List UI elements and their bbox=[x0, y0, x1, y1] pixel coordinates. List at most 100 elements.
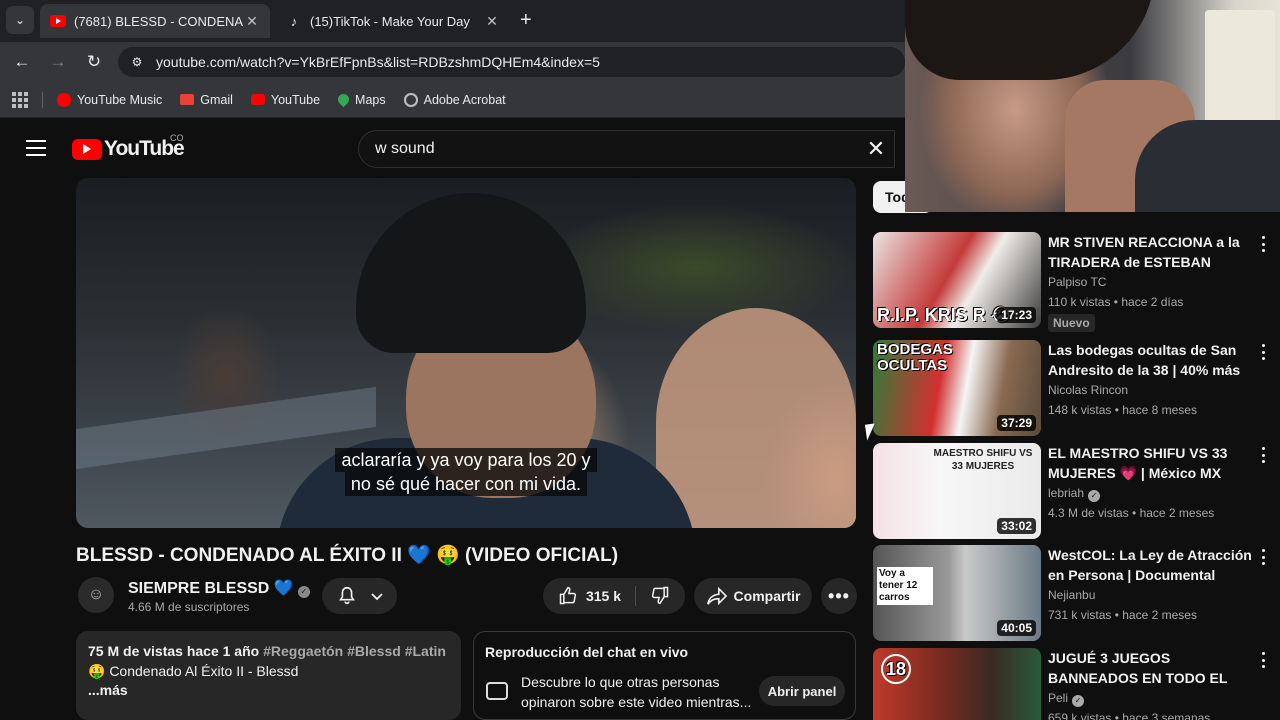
like-button[interactable]: 315 k bbox=[558, 586, 637, 606]
video-thumbnail[interactable]: R.I.P. KRIS R 😭 17:23 bbox=[873, 232, 1041, 328]
reload-button[interactable]: ↻ bbox=[84, 52, 104, 72]
video-thumbnail[interactable]: BODEGAS OCULTAS 37:29 bbox=[873, 340, 1041, 436]
url-text: youtube.com/watch?v=YkBrEfFpnBs&list=RDB… bbox=[156, 54, 600, 70]
bookmark-youtube-music[interactable]: YouTube Music bbox=[57, 92, 163, 107]
like-dislike-group: 315 k bbox=[543, 578, 685, 614]
bookmark-adobe-acrobat[interactable]: Adobe Acrobat bbox=[403, 92, 506, 107]
recommendation-item[interactable]: R.I.P. KRIS R 😭 17:23 MR STIVEN REACCION… bbox=[873, 232, 1273, 332]
channel-avatar[interactable]: ☺ bbox=[78, 577, 114, 613]
video-duration: 17:23 bbox=[997, 307, 1036, 323]
close-tab-icon[interactable]: ✕ bbox=[244, 13, 260, 30]
recommendation-title[interactable]: Las bodegas ocultas de San Andresito de … bbox=[1048, 340, 1253, 380]
hashtags: #Reggaetón #Blessd #Latin bbox=[263, 643, 446, 659]
video-thumbnail[interactable]: MAESTRO SHIFU VS 33 MUJERES 33:02 bbox=[873, 443, 1041, 539]
verified-icon: ✓ bbox=[1072, 695, 1085, 707]
more-vertical-icon[interactable] bbox=[1262, 447, 1266, 463]
menu-icon[interactable] bbox=[26, 140, 46, 156]
clear-search-icon[interactable]: ✕ bbox=[858, 136, 894, 162]
channel-name[interactable]: SIEMPRE BLESSD 💙 ✓ bbox=[128, 578, 310, 598]
dislike-button[interactable] bbox=[636, 585, 670, 608]
recommendation-channel[interactable]: Peli ✓ bbox=[1048, 691, 1085, 707]
channel-name-text: Peli bbox=[1048, 691, 1069, 705]
recommendation-title[interactable]: EL MAESTRO SHIFU VS 33 MUJERES 💗 | Méxic… bbox=[1048, 443, 1253, 483]
new-tab-button[interactable]: + bbox=[520, 9, 532, 32]
tab-title: (7681) BLESSD - CONDENADO AL bbox=[74, 13, 244, 29]
bookmark-gmail[interactable]: Gmail bbox=[180, 93, 233, 107]
recommendation-channel[interactable]: Palpiso TC bbox=[1048, 275, 1106, 289]
bookmarks-bar: YouTube Music Gmail YouTube Maps Adobe A… bbox=[0, 82, 905, 118]
recommendation-item[interactable]: MAESTRO SHIFU VS 33 MUJERES 33:02 EL MAE… bbox=[873, 443, 1273, 539]
youtube-logo[interactable]: YouTube CO bbox=[72, 133, 185, 161]
browser-tab-tiktok[interactable]: ♪ (15)TikTok - Make Your Day ✕ bbox=[276, 4, 510, 38]
description-line: 🤑 Condenado Al Éxito II - Blessd bbox=[88, 663, 299, 679]
show-more-link[interactable]: ...más bbox=[88, 682, 449, 698]
share-button[interactable]: Compartir bbox=[694, 578, 812, 614]
more-vertical-icon[interactable] bbox=[1262, 236, 1266, 252]
recommendation-meta: 148 k vistas • hace 8 meses bbox=[1048, 403, 1197, 417]
open-chat-panel-button[interactable]: Abrir panel bbox=[759, 676, 845, 706]
site-settings-icon[interactable]: ⚙ bbox=[126, 51, 148, 73]
channel-name-text: lebriah bbox=[1048, 486, 1085, 500]
recommendation-meta: 4.3 M de vistas • hace 2 meses bbox=[1048, 506, 1215, 520]
verified-icon: ✓ bbox=[1088, 490, 1101, 502]
video-player[interactable]: aclararía y ya voy para los 20 y no sé q… bbox=[76, 178, 856, 528]
video-title: BLESSD - CONDENADO AL ÉXITO II 💙 🤑 (VIDE… bbox=[76, 545, 619, 566]
verified-icon: ✓ bbox=[297, 586, 310, 598]
subscription-bell-button[interactable] bbox=[322, 578, 397, 614]
webcam-person bbox=[1135, 120, 1280, 212]
channel-name-text: SIEMPRE BLESSD 💙 bbox=[128, 580, 294, 597]
tab-title: (15)TikTok - Make Your Day bbox=[310, 13, 470, 29]
bookmark-label: Adobe Acrobat bbox=[423, 92, 506, 107]
webcam-person bbox=[905, 0, 1155, 80]
like-count: 315 k bbox=[585, 588, 622, 604]
back-button[interactable]: ← bbox=[12, 52, 32, 72]
chat-replay-panel: Reproducción del chat en vivo Descubre l… bbox=[473, 631, 856, 720]
close-tab-icon[interactable]: ✕ bbox=[484, 13, 500, 30]
bookmark-label: Maps bbox=[355, 92, 386, 107]
thumbnail-caption: BODEGAS OCULTAS bbox=[877, 341, 953, 374]
video-duration: 37:29 bbox=[997, 415, 1036, 431]
thumbnail-caption: R.I.P. KRIS R 😭 bbox=[877, 305, 1012, 325]
maps-icon bbox=[335, 91, 352, 108]
video-thumbnail[interactable]: 18 bbox=[873, 648, 1041, 720]
chat-replay-text: Descubre lo que otras personas opinaron … bbox=[521, 674, 752, 710]
gmail-icon bbox=[180, 94, 195, 105]
caption-line-1: aclararía y ya voy para los 20 y bbox=[335, 448, 597, 472]
recommendation-title[interactable]: JUGUÉ 3 JUEGOS BANNEADOS EN TODO EL MUND… bbox=[1048, 648, 1253, 688]
more-vertical-icon[interactable] bbox=[1262, 549, 1266, 565]
chat-icon bbox=[486, 682, 508, 700]
recommendation-item[interactable]: 18 JUGUÉ 3 JUEGOS BANNEADOS EN TODO EL M… bbox=[873, 648, 1273, 720]
browser-tabstrip: ⌄ (7681) BLESSD - CONDENADO AL ✕ ♪ (15)T… bbox=[0, 0, 905, 42]
recommendation-title[interactable]: MR STIVEN REACCIONA a la TIRADERA de EST… bbox=[1048, 232, 1253, 272]
view-stats: 75 M de vistas hace 1 año bbox=[88, 643, 260, 659]
bookmark-label: YouTube bbox=[270, 92, 321, 107]
more-vertical-icon[interactable] bbox=[1262, 652, 1266, 668]
more-actions-button[interactable]: ••• bbox=[821, 578, 857, 614]
bookmarks-separator bbox=[42, 91, 43, 108]
address-bar[interactable]: ⚙ youtube.com/watch?v=YkBrEfFpnBs&list=R… bbox=[118, 47, 905, 77]
search-input[interactable]: w sound ✕ bbox=[358, 130, 895, 168]
recommendation-channel[interactable]: Nicolas Rincon bbox=[1048, 383, 1128, 397]
more-horizontal-icon: ••• bbox=[828, 585, 850, 606]
recommendation-item[interactable]: Voy a tener 12 carros 40:05 WestCOL: La … bbox=[873, 545, 1273, 641]
browser-tab-youtube[interactable]: (7681) BLESSD - CONDENADO AL ✕ bbox=[40, 4, 270, 38]
more-vertical-icon[interactable] bbox=[1262, 344, 1266, 360]
apps-grid-icon[interactable] bbox=[12, 91, 28, 108]
globe-icon bbox=[403, 92, 418, 107]
tab-search-button[interactable]: ⌄ bbox=[6, 6, 34, 34]
description-box[interactable]: 75 M de vistas hace 1 año #Reggaetón #Bl… bbox=[76, 631, 461, 720]
recommendation-channel[interactable]: Nejianbu bbox=[1048, 588, 1095, 602]
recommendation-channel[interactable]: lebriah ✓ bbox=[1048, 486, 1101, 502]
forward-button[interactable]: → bbox=[48, 52, 68, 72]
video-thumbnail[interactable]: Voy a tener 12 carros 40:05 bbox=[873, 545, 1041, 641]
browser-toolbar: ← → ↻ ⚙ youtube.com/watch?v=YkBrEfFpnBs&… bbox=[0, 42, 905, 82]
share-icon bbox=[706, 586, 727, 606]
bookmark-maps[interactable]: Maps bbox=[335, 91, 386, 108]
recommendation-item[interactable]: BODEGAS OCULTAS 37:29 Las bodegas oculta… bbox=[873, 340, 1273, 436]
youtube-masthead: YouTube CO w sound ✕ bbox=[0, 120, 905, 178]
mouse-cursor-icon bbox=[864, 423, 878, 441]
recommendation-title[interactable]: WestCOL: La Ley de Atracción en Persona … bbox=[1048, 545, 1253, 585]
description-meta: 75 M de vistas hace 1 año #Reggaetón #Bl… bbox=[88, 643, 449, 659]
bookmark-youtube[interactable]: YouTube bbox=[250, 92, 321, 107]
bookmark-label: YouTube Music bbox=[77, 92, 163, 107]
